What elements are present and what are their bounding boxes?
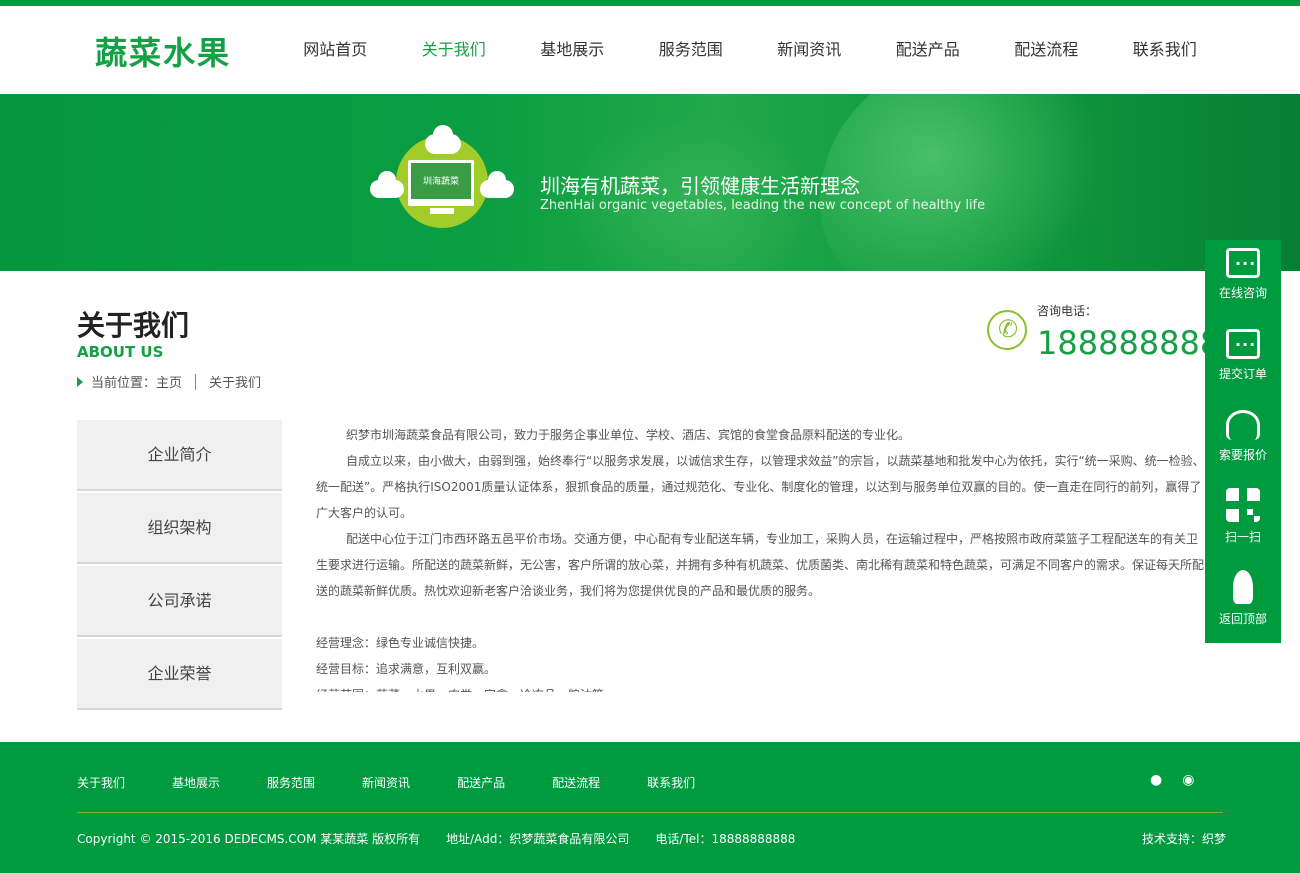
footer-address: 地址/Add：织梦蔬菜食品有限公司 [446, 832, 630, 846]
monitor-screen-text: 圳海蔬菜 [422, 177, 459, 187]
float-back-to-top[interactable]: 返回顶部 [1205, 570, 1281, 627]
nav-service[interactable]: 服务范围 [632, 36, 751, 64]
float-request-quote[interactable]: 索要报价 [1205, 410, 1281, 463]
header: 蔬菜水果 网站首页 关于我们 基地展示 服务范围 新闻资讯 配送产品 配送流程 … [0, 6, 1300, 94]
breadcrumb-arrow-icon [77, 376, 83, 387]
float-label: 返回顶部 [1218, 612, 1267, 626]
nav-home[interactable]: 网站首页 [276, 36, 395, 64]
main-nav: 网站首页 关于我们 基地展示 服务范围 新闻资讯 配送产品 配送流程 联系我们 [276, 36, 1224, 64]
rocket-icon [1233, 570, 1253, 604]
footer-social: ● ◉ [1150, 772, 1194, 788]
article-paragraph: 自成立以来，由小做大，由弱到强，始终奉行“以服务求发展，以诚信求生存，以管理求效… [316, 454, 1205, 520]
breadcrumb: 当前位置：主页 关于我们 [77, 372, 261, 391]
article-content: 织梦市圳海蔬菜食品有限公司，致力于服务企事业单位、学校、酒店、宾馆的食堂食品原料… [316, 422, 1206, 692]
float-label: 索要报价 [1218, 448, 1267, 462]
banner-leaf-image [820, 94, 1100, 271]
page-title: 关于我们 [77, 309, 190, 342]
qrcode-icon [1226, 488, 1260, 522]
breadcrumb-current[interactable]: 关于我们 [209, 372, 261, 391]
float-label: 扫一扫 [1224, 530, 1261, 544]
footer-divider [77, 812, 1223, 813]
sidebar-item-profile[interactable]: 企业简介 [77, 420, 282, 491]
nav-base[interactable]: 基地展示 [513, 36, 632, 64]
nav-process[interactable]: 配送流程 [987, 36, 1106, 64]
sidebar-item-honors[interactable]: 企业荣誉 [77, 639, 282, 710]
monitor-stand [430, 208, 454, 214]
article-line: 经营目标：追求满意，互利双赢。 [316, 662, 497, 676]
banner-title: 圳海有机蔬菜，引领健康生活新理念 [540, 174, 860, 198]
page-title-en: ABOUT US [77, 343, 164, 361]
footer-link-service[interactable]: 服务范围 [267, 774, 315, 791]
article-paragraph: 配送中心位于江门市西环路五邑平价市场。交通方便，中心配有专业配送车辆，专业加工，… [316, 532, 1205, 598]
footer-link-about[interactable]: 关于我们 [77, 774, 125, 791]
breadcrumb-home[interactable]: 当前位置：主页 [91, 372, 182, 391]
chat-icon [1226, 329, 1260, 359]
footer-copyright: Copyright © 2015-2016 DEDECMS.COM 某某蔬菜 版… [77, 832, 421, 846]
float-label: 在线咨询 [1218, 286, 1267, 300]
float-online-consult[interactable]: 在线咨询 [1205, 248, 1281, 301]
float-label: 提交订单 [1218, 367, 1267, 381]
wechat-icon[interactable]: ◉ [1182, 772, 1194, 788]
cloud-settings-icon [480, 171, 514, 198]
footer-link-base[interactable]: 基地展示 [172, 774, 220, 791]
float-submit-order[interactable]: 提交订单 [1205, 329, 1281, 382]
footer-tech-support: 技术支持：织梦 [1142, 832, 1227, 846]
floating-toolbar: 在线咨询 提交订单 索要报价 扫一扫 返回顶部 [1205, 240, 1281, 643]
footer-nav: 关于我们 基地展示 服务范围 新闻资讯 配送产品 配送流程 联系我们 [77, 774, 742, 791]
nav-news[interactable]: 新闻资讯 [750, 36, 869, 64]
footer-info: Copyright © 2015-2016 DEDECMS.COM 某某蔬菜 版… [77, 830, 821, 847]
site-logo[interactable]: 蔬菜水果 [95, 28, 231, 74]
footer-link-contact[interactable]: 联系我们 [647, 774, 695, 791]
article-line: 经营理念：绿色专业诚信快捷。 [316, 636, 485, 650]
cloud-chat-icon [370, 171, 404, 198]
qq-icon[interactable]: ● [1150, 772, 1162, 788]
footer: 关于我们 基地展示 服务范围 新闻资讯 配送产品 配送流程 联系我们 ● ◉ C… [0, 742, 1300, 873]
footer-tel: 电话/Tel：18888888888 [655, 832, 796, 846]
sidebar: 企业简介 组织架构 公司承诺 企业荣誉 [77, 420, 282, 712]
float-scan[interactable]: 扫一扫 [1205, 488, 1281, 545]
headset-icon [1226, 410, 1260, 440]
footer-link-process[interactable]: 配送流程 [552, 774, 600, 791]
chat-icon [1226, 248, 1260, 278]
nav-contact[interactable]: 联系我们 [1106, 36, 1225, 64]
article-paragraph: 织梦市圳海蔬菜食品有限公司，致力于服务企事业单位、学校、酒店、宾馆的食堂食品原料… [346, 428, 911, 442]
sidebar-item-commitment[interactable]: 公司承诺 [77, 566, 282, 637]
nav-about[interactable]: 关于我们 [395, 36, 514, 64]
phone-label: 咨询电话： [1037, 304, 1098, 318]
banner-subtitle: ZhenHai organic vegetables, leading the … [540, 198, 986, 213]
footer-link-news[interactable]: 新闻资讯 [362, 774, 410, 791]
cloud-user-icon [425, 125, 461, 154]
nav-products[interactable]: 配送产品 [869, 36, 988, 64]
article-line: 经营范围：蔬菜、水果、肉类、家禽、冷冻品、粮油等 [316, 682, 1206, 692]
phone-icon: ✆ [987, 310, 1027, 350]
sidebar-item-structure[interactable]: 组织架构 [77, 493, 282, 564]
breadcrumb-divider [195, 373, 197, 390]
footer-link-products[interactable]: 配送产品 [457, 774, 505, 791]
